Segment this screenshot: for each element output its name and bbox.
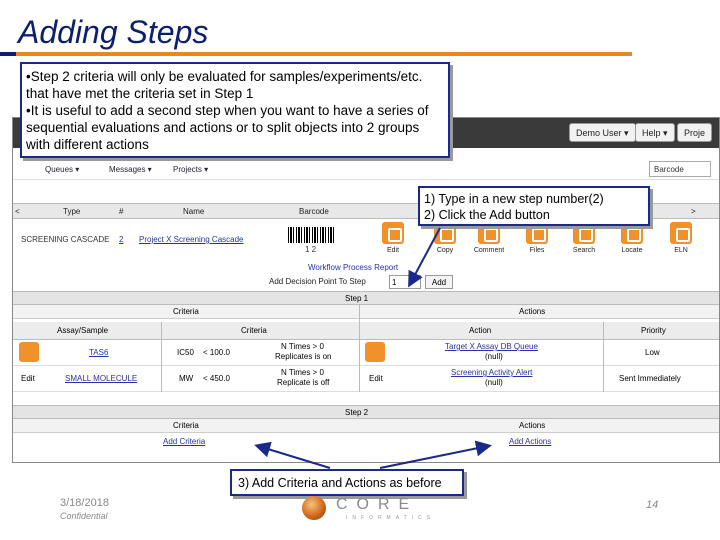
app-screenshot: Demo User ▾ Help ▾ Proje Queues ▾ Messag… [12,117,720,463]
criteria-ntimes: N Times > 0 [281,342,324,351]
grid-next-button[interactable]: > [691,207,696,216]
title-underline-accent [0,52,16,56]
comment-action-label: Comment [473,247,505,254]
criteria-field: MW [179,374,194,383]
step-instruction-2: 2) Click the Add button [424,208,550,222]
column-divider [161,322,162,392]
nav-messages[interactable]: Messages ▾ [109,165,152,174]
row-num-link[interactable]: 2 [119,235,123,244]
comment-action-button[interactable]: Comment [467,222,511,254]
row-type: SCREENING CASCADE [21,235,110,244]
criteria-field: IC50 [177,348,194,357]
step2-title: Step 2 [345,408,369,417]
explanation-callout: •Step 2 criteria will only be evaluated … [20,62,450,158]
barcode-search-input[interactable]: Barcode [649,161,711,177]
edit-link[interactable]: Edit [369,374,383,383]
search-action-label: Search [572,247,596,254]
edit-action-button[interactable]: Edit [371,222,415,254]
grid-prev-button[interactable]: < [15,207,20,216]
step1-column-header: Assay/Sample Criteria Action Priority [13,322,719,340]
nav-projects[interactable]: Projects ▾ [173,165,208,174]
footer-confidential: Confidential [60,511,108,521]
action-link[interactable]: Target X Assay DB Queue [445,342,538,351]
priority-value: Sent Immediately [619,374,681,383]
step-instruction-1: 1) Type in a new step number(2) [424,192,604,206]
add-step-button[interactable]: Add [425,275,453,289]
pencil-icon[interactable] [19,342,39,362]
files-action-label: Files [529,247,545,254]
slide-title: Adding Steps [18,14,209,50]
logo-subtitle: INFORMATICS [346,515,436,521]
step1-subheader: Criteria Actions [13,305,719,319]
workflow-report-link[interactable]: Workflow Process Report [308,263,398,272]
steps-callout: 1) Type in a new step number(2) 2) Click… [418,186,650,226]
step2-subheader: Criteria Actions [13,419,719,433]
criteria-replicates: Replicate is off [277,378,330,387]
step1-header: Step 1 [13,291,719,305]
barcode-number: 1 2 [305,245,317,254]
action-null: (null) [485,378,503,387]
eln-action-button[interactable]: ELN [659,222,703,254]
pencil-icon[interactable] [365,342,385,362]
col-num: # [119,207,124,216]
nav-bar: Queues ▾ Messages ▾ Projects ▾ Barcode [13,158,719,180]
action-null: (null) [485,352,503,361]
step1-title: Step 1 [345,294,369,303]
bullet-1: •Step 2 criteria will only be evaluated … [26,69,423,101]
col-type: Type [63,207,81,216]
criteria-condition: < 100.0 [203,348,230,357]
criteria-row: TAS6 IC50 < 100.0 N Times > 0 Replicates… [13,340,719,366]
add-actions-link[interactable]: Add Actions [509,437,551,446]
step1-criteria-label: Criteria [173,307,199,316]
book-icon [670,222,692,244]
step2-criteria-label: Criteria [173,421,199,430]
criteria-condition: < 450.0 [203,374,230,383]
assay-link[interactable]: TAS6 [89,348,108,357]
action-link[interactable]: Screening Activity Alert [451,368,532,377]
page-number: 14 [646,499,659,511]
copy-action-label: Copy [436,247,454,254]
bullet-2: •It is useful to add a second step when … [26,103,429,152]
step1-actions-label: Actions [519,307,546,316]
criteria-callout: 3) Add Criteria and Actions as before [230,469,464,496]
add-decision-label: Add Decision Point To Step [269,277,366,286]
help-menu-button[interactable]: Help ▾ [635,123,675,142]
add-criteria-link[interactable]: Add Criteria [163,437,205,446]
locate-action-button[interactable]: Locate [610,222,654,254]
column-divider [603,322,604,392]
assay-link[interactable]: SMALL MOLECULE [65,374,137,383]
criteria-ntimes: N Times > 0 [281,368,324,377]
search-action-button[interactable]: Search [562,222,606,254]
files-action-button[interactable]: Files [515,222,559,254]
barcode-image [288,227,334,243]
projects-menu-button[interactable]: Proje [677,123,713,142]
col-priority: Priority [641,326,666,335]
edit-link[interactable]: Edit [21,374,35,383]
pencil-icon [382,222,404,244]
column-divider [359,305,360,392]
criteria-replicates: Replicates is on [275,352,332,361]
col-criteria: Criteria [241,326,267,335]
title-underline [0,52,632,56]
locate-action-label: Locate [621,247,643,254]
row-name-link[interactable]: Project X Screening Cascade [139,235,244,244]
step2-header: Step 2 [13,405,719,419]
nav-queues[interactable]: Queues ▾ [45,165,79,174]
col-barcode: Barcode [299,207,329,216]
copy-action-button[interactable]: Copy [423,222,467,254]
criteria-row: Edit SMALL MOLECULE MW < 450.0 N Times >… [13,366,719,392]
eln-action-label: ELN [674,247,688,254]
step2-actions-label: Actions [519,421,546,430]
footer-date: 3/18/2018 [60,497,109,509]
core-logo-icon [302,496,326,520]
user-menu-button[interactable]: Demo User ▾ [569,123,636,142]
step-number-input[interactable]: 1 [389,275,421,289]
col-name: Name [183,207,205,216]
priority-value: Low [645,348,660,357]
edit-action-label: Edit [386,247,400,254]
col-assay: Assay/Sample [57,326,109,335]
col-action: Action [469,326,492,335]
logo-text: CORE [336,496,419,513]
